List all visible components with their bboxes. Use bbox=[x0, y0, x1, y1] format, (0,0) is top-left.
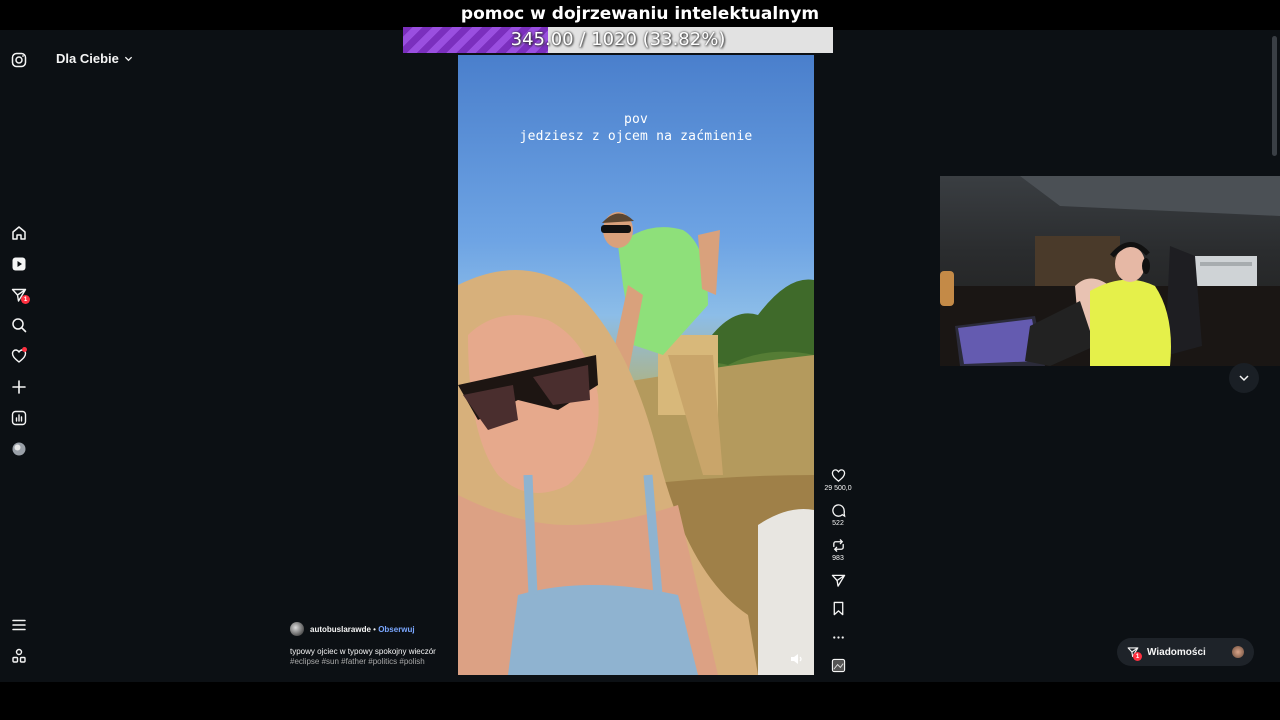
letterbox-bottom bbox=[0, 682, 1280, 720]
comment-count: 522 bbox=[832, 520, 844, 527]
share-icon bbox=[831, 574, 845, 587]
messages-pill-badge: 1 bbox=[1133, 652, 1142, 661]
save-button[interactable] bbox=[823, 601, 853, 616]
webcam-scene bbox=[940, 176, 1280, 366]
more-options-button[interactable] bbox=[823, 630, 853, 645]
messages-icon: 1 bbox=[1127, 646, 1142, 661]
author-avatar[interactable] bbox=[290, 622, 304, 636]
menu-icon[interactable] bbox=[11, 617, 27, 633]
reel-video[interactable]: pov jedziesz z ojcem na zaćmienie bbox=[458, 55, 814, 675]
reel-caption: pov jedziesz z ojcem na zaćmienie bbox=[458, 111, 814, 145]
goal-progress-bar: 345.00 / 1020 (33.82%) bbox=[403, 27, 833, 53]
post-hashtags[interactable]: #eclipse #sun #father #politics #polish bbox=[290, 657, 436, 667]
comment-icon bbox=[831, 504, 845, 518]
direct-messages-icon[interactable]: 1 bbox=[11, 287, 30, 304]
scrollbar[interactable] bbox=[1272, 36, 1277, 156]
goal-progress-text: 345.00 / 1020 (33.82%) bbox=[510, 29, 726, 50]
bookmark-icon bbox=[833, 601, 843, 616]
repost-count: 983 bbox=[832, 555, 844, 562]
repost-button[interactable]: 983 bbox=[823, 538, 853, 562]
sound-icon[interactable] bbox=[790, 653, 804, 665]
dashboard-icon[interactable] bbox=[11, 410, 27, 426]
reel-caption-line1: pov bbox=[623, 112, 649, 127]
chevron-down-icon bbox=[124, 56, 132, 62]
goal-title: pomoc w dojrzewaniu intelektualnym bbox=[460, 4, 820, 24]
messages-button[interactable]: 1 Wiadomości bbox=[1117, 638, 1254, 666]
reels-icon[interactable] bbox=[11, 256, 27, 272]
follow-button[interactable]: Obserwuj bbox=[378, 625, 414, 634]
create-plus-icon[interactable] bbox=[11, 379, 27, 395]
author-name[interactable]: autobuslarawde bbox=[310, 625, 371, 634]
notification-dot bbox=[22, 347, 27, 352]
streamer-webcam bbox=[940, 176, 1280, 366]
chevron-down-icon bbox=[1239, 375, 1249, 382]
heart-icon bbox=[831, 469, 845, 482]
like-count: 29 500,0 bbox=[824, 485, 852, 492]
repost-icon bbox=[832, 539, 844, 552]
author-separator: • bbox=[373, 624, 376, 634]
messages-badge: 1 bbox=[21, 295, 30, 304]
notifications-heart-icon[interactable] bbox=[11, 347, 27, 364]
collapse-button[interactable] bbox=[1229, 363, 1259, 393]
reel-caption-line2: jedziesz z ojcem na zaćmienie bbox=[519, 129, 753, 144]
post-description: typowy ojciec w typowy spokojny wieczór … bbox=[290, 647, 436, 667]
message-avatar bbox=[1232, 646, 1244, 658]
also-from-meta-icon[interactable] bbox=[11, 648, 27, 664]
like-button[interactable]: 29 500,0 bbox=[823, 468, 853, 492]
audio-thumbnail-icon bbox=[831, 658, 845, 673]
share-button[interactable] bbox=[823, 573, 853, 588]
post-author: autobuslarawde • Obserwuj bbox=[290, 622, 415, 636]
comment-button[interactable]: 522 bbox=[823, 503, 853, 527]
instagram-logo-icon[interactable] bbox=[11, 52, 27, 68]
feed-selector[interactable]: Dla Ciebie bbox=[56, 51, 133, 66]
feed-title: Dla Ciebie bbox=[56, 51, 119, 66]
search-icon[interactable] bbox=[11, 317, 27, 333]
audio-thumbnail[interactable] bbox=[823, 658, 853, 673]
home-icon[interactable] bbox=[11, 225, 27, 241]
reel-scene bbox=[458, 212, 814, 675]
messages-label: Wiadomości bbox=[1147, 646, 1206, 658]
profile-avatar-icon[interactable] bbox=[11, 441, 27, 457]
more-icon bbox=[832, 636, 844, 639]
post-description-text: typowy ojciec w typowy spokojny wieczór bbox=[290, 647, 436, 656]
